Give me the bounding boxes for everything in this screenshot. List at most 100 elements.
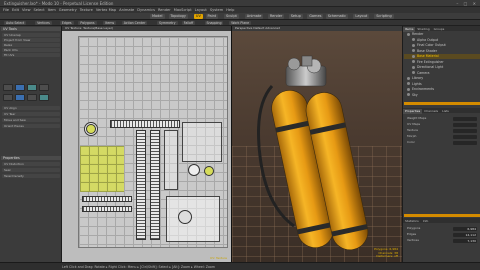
tool-button[interactable]: [39, 84, 49, 91]
property-row[interactable]: Color: [404, 140, 480, 145]
tool-button[interactable]: [3, 84, 13, 91]
property-row[interactable]: Morph: [404, 134, 480, 139]
property-row[interactable]: Texture: [404, 128, 480, 133]
item-tree-row[interactable]: Environments: [404, 87, 480, 92]
property-value[interactable]: [453, 116, 477, 121]
panel-tab[interactable]: Info: [421, 219, 431, 224]
visibility-icon[interactable]: [407, 32, 410, 36]
property-value[interactable]: [453, 134, 477, 139]
property-row[interactable]: Weight Maps: [404, 116, 480, 121]
uv-island[interactable]: [182, 122, 222, 162]
uv-tool-item[interactable]: UV Unwrap: [2, 33, 60, 37]
toolbar-button[interactable]: Snapping: [204, 21, 224, 25]
window-controls[interactable]: – □ ✕: [456, 1, 478, 6]
perspective-viewport[interactable]: Perspective Default Advanced Polygons: 6…: [232, 26, 402, 262]
uv-tool-item[interactable]: Fit UVs: [2, 53, 60, 57]
toolbar-button[interactable]: Items: [103, 21, 117, 25]
uv-island[interactable]: [166, 196, 220, 242]
toolbar-button[interactable]: Polygons: [78, 21, 97, 25]
visibility-icon[interactable]: [407, 82, 410, 85]
item-tree-row[interactable]: Camera: [404, 71, 480, 76]
uv-selected-region[interactable]: [80, 146, 124, 192]
property-row[interactable]: UV Distortion: [2, 162, 60, 166]
property-value[interactable]: [453, 140, 477, 145]
visibility-icon[interactable]: [412, 65, 415, 69]
uv-island[interactable]: [150, 130, 160, 240]
uv-tool-item[interactable]: UV Tear: [2, 112, 60, 116]
uv-island[interactable]: [110, 120, 180, 128]
uv-island[interactable]: [178, 210, 192, 224]
property-row[interactable]: UV Maps: [404, 122, 480, 127]
layout-tab[interactable]: Paint: [205, 14, 219, 19]
item-tree-row[interactable]: Directional Light: [404, 65, 480, 70]
toolbar-button[interactable]: Work Plane: [229, 21, 252, 25]
uv-island[interactable]: [86, 124, 96, 134]
item-tree-row[interactable]: Lights: [404, 82, 480, 87]
uv-tool-item[interactable]: Move and Sew: [2, 118, 60, 122]
uv-island[interactable]: [204, 166, 214, 176]
uv-island[interactable]: [188, 164, 200, 176]
layout-tab[interactable]: Animate: [244, 14, 264, 19]
toolbar-button[interactable]: Vertices: [35, 21, 52, 25]
layout-tab[interactable]: UV: [193, 14, 203, 19]
panel-tab[interactable]: Channels: [422, 109, 440, 114]
uv-island[interactable]: [82, 196, 132, 202]
uv-tool-item[interactable]: Orient Pieces: [2, 124, 60, 128]
item-tree-row[interactable]: Library: [404, 76, 480, 81]
toolbar-button[interactable]: Action Center: [121, 21, 148, 25]
item-tree-row[interactable]: Base Material: [404, 54, 480, 59]
right-panel: Items Shading Groups Render Alpha Output Fin…: [402, 26, 480, 262]
item-tree-row[interactable]: Alpha Output: [404, 38, 480, 43]
layout-tab[interactable]: Model: [150, 14, 165, 19]
visibility-icon[interactable]: [407, 87, 410, 91]
tool-button[interactable]: [15, 84, 25, 91]
visibility-icon[interactable]: [407, 76, 410, 80]
layout-tab[interactable]: Schematic: [325, 14, 349, 19]
layout-tab[interactable]: Scripting: [374, 14, 394, 19]
panel-tab[interactable]: Statistics: [403, 219, 421, 224]
tool-button[interactable]: [39, 94, 49, 101]
item-tree-row[interactable]: Sky: [404, 93, 480, 98]
uv-island[interactable]: [164, 130, 178, 190]
stat-value: 14,112: [453, 232, 477, 237]
toolbar-button[interactable]: Symmetry: [157, 21, 178, 25]
item-tree-row[interactable]: Fire Extinguisher: [404, 60, 480, 65]
visibility-icon[interactable]: [412, 38, 415, 41]
layout-tab[interactable]: Render: [267, 14, 285, 19]
uv-island[interactable]: [136, 130, 146, 240]
layout-tab[interactable]: Layout: [353, 14, 370, 19]
panel-tab[interactable]: Lists: [440, 109, 451, 114]
uv-island[interactable]: [82, 206, 132, 212]
uv-tool-item[interactable]: UV Align: [2, 106, 60, 110]
toolbar-button[interactable]: Falloff: [181, 21, 196, 25]
layout-tab[interactable]: Games: [307, 14, 324, 19]
property-row[interactable]: Seal: [2, 168, 60, 172]
uv-tool-item[interactable]: Project from View: [2, 38, 60, 42]
item-tree-row[interactable]: Final Color Output: [404, 43, 480, 48]
uv-tool-item[interactable]: Relax: [2, 43, 60, 47]
visibility-icon[interactable]: [412, 43, 415, 47]
visibility-icon[interactable]: [412, 71, 415, 74]
tool-button[interactable]: [15, 94, 25, 101]
toolbar-button[interactable]: Edges: [59, 21, 74, 25]
visibility-icon[interactable]: [412, 54, 415, 58]
layout-tab[interactable]: Setup: [288, 14, 303, 19]
uv-tool-item[interactable]: Pack UVs: [2, 48, 60, 52]
property-value[interactable]: [453, 122, 477, 127]
layout-tab[interactable]: Topology: [168, 14, 188, 19]
property-row[interactable]: Texel Density: [2, 174, 60, 178]
toolbar-button[interactable]: Auto Select: [4, 21, 27, 25]
tool-button[interactable]: [3, 94, 13, 101]
visibility-icon[interactable]: [412, 49, 415, 52]
tool-button[interactable]: [27, 94, 37, 101]
fire-extinguisher-model[interactable]: [232, 26, 402, 262]
item-tree-row[interactable]: Render: [404, 32, 480, 37]
panel-tab[interactable]: Properties: [403, 109, 423, 114]
tool-button[interactable]: [27, 84, 37, 91]
property-value[interactable]: [453, 128, 477, 133]
visibility-icon[interactable]: [412, 60, 415, 63]
layout-tab[interactable]: Sculpt: [224, 14, 239, 19]
item-tree-row[interactable]: Base Shader: [404, 49, 480, 54]
visibility-icon[interactable]: [407, 93, 410, 96]
uv-viewport[interactable]: UV Texture: Texture(Base Layer) UV: Text…: [62, 26, 232, 262]
